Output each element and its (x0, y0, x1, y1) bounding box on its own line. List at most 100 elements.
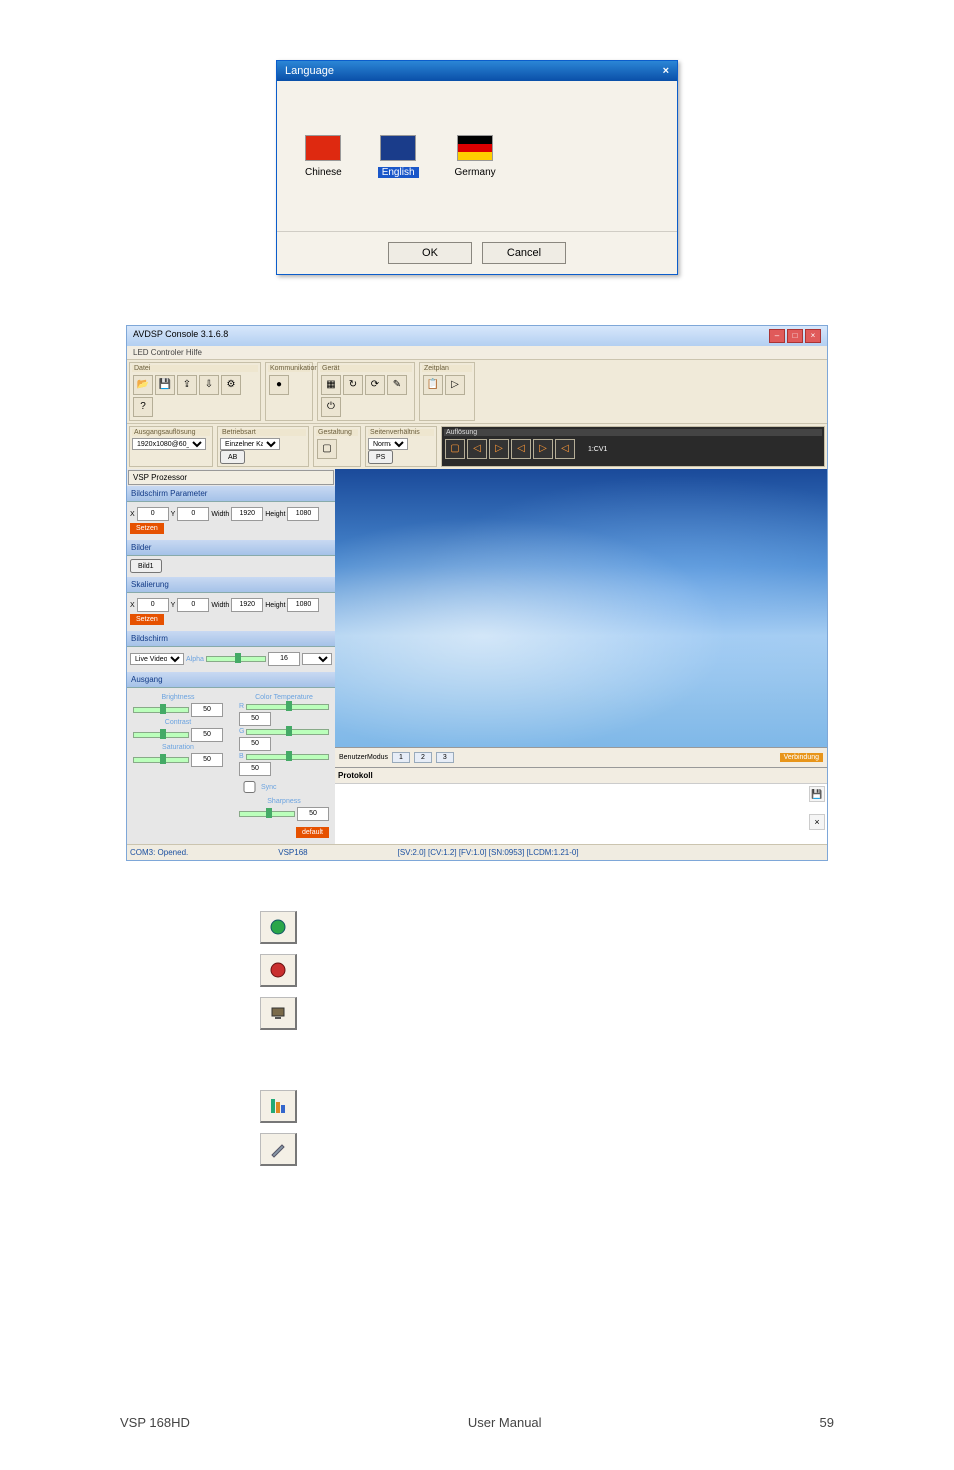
scale-y-input[interactable]: 0 (177, 598, 209, 612)
export-icon[interactable]: ⇪ (177, 375, 197, 395)
sharpness-label: Sharpness (239, 798, 329, 805)
icon-list (260, 911, 304, 1166)
acc-bildschirm[interactable]: Bildschirm (127, 631, 335, 647)
alpha-value[interactable]: 16 (268, 652, 300, 666)
settings-icon[interactable]: ⚙ (221, 375, 241, 395)
alpha-slider[interactable] (206, 656, 266, 662)
live-video-select[interactable]: Live Video (130, 653, 184, 665)
sync-checkbox[interactable] (243, 781, 256, 793)
aspect-select[interactable]: Normal (368, 438, 408, 450)
layout-icon[interactable]: ▢ (317, 439, 337, 459)
window-control-buttons[interactable]: –□× (767, 329, 821, 343)
src-3-icon[interactable]: ▷ (489, 439, 509, 459)
preset-1-button[interactable]: 1 (392, 752, 410, 763)
g-value[interactable]: 50 (239, 737, 271, 751)
ps-button[interactable]: PS (368, 450, 393, 464)
param-w-input[interactable]: 1920 (231, 507, 263, 521)
log-clear-icon[interactable]: × (809, 814, 825, 830)
tab-vsp-prozessor[interactable]: VSP Prozessor (128, 470, 334, 485)
colortemp-label: Color Temperature (239, 694, 329, 701)
schedule-icon[interactable]: 📋 (423, 375, 443, 395)
src-1-icon[interactable]: ▢ (445, 439, 465, 459)
help-icon[interactable]: ? (133, 397, 153, 417)
sharpness-slider[interactable] (239, 811, 295, 817)
close-icon[interactable]: × (663, 65, 669, 77)
edit-icon[interactable]: ✎ (387, 375, 407, 395)
ok-button[interactable]: OK (388, 242, 472, 264)
g-slider[interactable] (246, 729, 329, 735)
footer-doc: User Manual (468, 1415, 542, 1430)
contrast-value[interactable]: 50 (191, 728, 223, 742)
sync-icon[interactable]: ⟳ (365, 375, 385, 395)
resolution-select[interactable]: 1920x1080@60_P (132, 438, 206, 450)
acc-ausgang[interactable]: Ausgang (127, 672, 335, 688)
preset-2-button[interactable]: 2 (414, 752, 432, 763)
acc-bilder[interactable]: Bilder (127, 540, 335, 556)
src-2-icon[interactable]: ◁ (467, 439, 487, 459)
r-value[interactable]: 50 (239, 712, 271, 726)
src-4-icon[interactable]: ◁ (511, 439, 531, 459)
status-versions: [SV:2.0] [CV:1.2] [FV:1.0] [SN:0953] [LC… (398, 848, 579, 857)
connect-icon[interactable]: ● (269, 375, 289, 395)
saturation-value[interactable]: 50 (191, 753, 223, 767)
mode-select[interactable]: Einzelner Kanal (220, 438, 280, 450)
sharpness-value[interactable]: 50 (297, 807, 329, 821)
menu-bar[interactable]: LED Controler Hilfe (127, 346, 827, 359)
src-5-icon[interactable]: ▷ (533, 439, 553, 459)
contrast-label: Contrast (133, 719, 223, 726)
save-icon[interactable]: 💾 (155, 375, 175, 395)
r-slider[interactable] (246, 704, 329, 710)
lang-option-germany[interactable]: Germany (455, 135, 496, 178)
section-gest: Gestaltung (316, 429, 358, 436)
led-green-icon[interactable] (260, 911, 297, 944)
footer-product: VSP 168HD (120, 1415, 190, 1430)
lang-option-english[interactable]: English (378, 135, 419, 178)
pencil-icon[interactable] (260, 1133, 297, 1166)
import-icon[interactable]: ⇩ (199, 375, 219, 395)
signal-icon[interactable] (260, 1090, 297, 1123)
play-icon[interactable]: ▷ (445, 375, 465, 395)
default-button[interactable]: default (296, 827, 329, 838)
param-h-input[interactable]: 1080 (287, 507, 319, 521)
verbindung-badge: Verbindung (780, 753, 823, 762)
log-save-icon[interactable]: 💾 (809, 786, 825, 802)
saturation-label: Saturation (133, 744, 223, 751)
power-icon[interactable]: ⏻ (321, 397, 341, 417)
b-slider[interactable] (246, 754, 329, 760)
acc-bildschirm-parameter[interactable]: Bildschirm Parameter (127, 486, 335, 502)
open-icon[interactable]: 📂 (133, 375, 153, 395)
scale-x-input[interactable]: 0 (137, 598, 169, 612)
set-button-2[interactable]: Setzen (130, 614, 164, 625)
src-6-icon[interactable]: ◁ (555, 439, 575, 459)
gamma-select[interactable] (302, 653, 332, 665)
sync-label: Sync (261, 784, 277, 791)
ab-button[interactable]: AB (220, 450, 245, 464)
b-value[interactable]: 50 (239, 762, 271, 776)
device-icon[interactable]: ▦ (321, 375, 341, 395)
contrast-slider[interactable] (133, 732, 189, 738)
brightness-value[interactable]: 50 (191, 703, 223, 717)
page-footer: VSP 168HD User Manual 59 (0, 1415, 954, 1430)
server-icon[interactable] (260, 997, 297, 1030)
lang-label: English (378, 167, 419, 178)
saturation-slider[interactable] (133, 757, 189, 763)
param-y-input[interactable]: 0 (177, 507, 209, 521)
section-gerat: Gerät (320, 365, 412, 372)
cancel-button[interactable]: Cancel (482, 242, 566, 264)
language-dialog: Language × Chinese English Germany OK Ca… (276, 60, 678, 275)
scale-h-input[interactable]: 1080 (287, 598, 319, 612)
section-seitenv: Seitenverhältnis (368, 429, 434, 436)
footer-page: 59 (820, 1415, 834, 1430)
scale-w-input[interactable]: 1920 (231, 598, 263, 612)
set-button[interactable]: Setzen (130, 523, 164, 534)
acc-skalierung[interactable]: Skalierung (127, 577, 335, 593)
led-red-icon[interactable] (260, 954, 297, 987)
lang-option-chinese[interactable]: Chinese (305, 135, 342, 178)
preset-3-button[interactable]: 3 (436, 752, 454, 763)
refresh-icon[interactable]: ↻ (343, 375, 363, 395)
g-label: G (239, 728, 244, 735)
bild1-button[interactable]: Bild1 (130, 559, 162, 573)
preview-pane: BenutzerModus 1 2 3 Verbindung Protokoll… (335, 469, 827, 844)
param-x-input[interactable]: 0 (137, 507, 169, 521)
brightness-slider[interactable] (133, 707, 189, 713)
